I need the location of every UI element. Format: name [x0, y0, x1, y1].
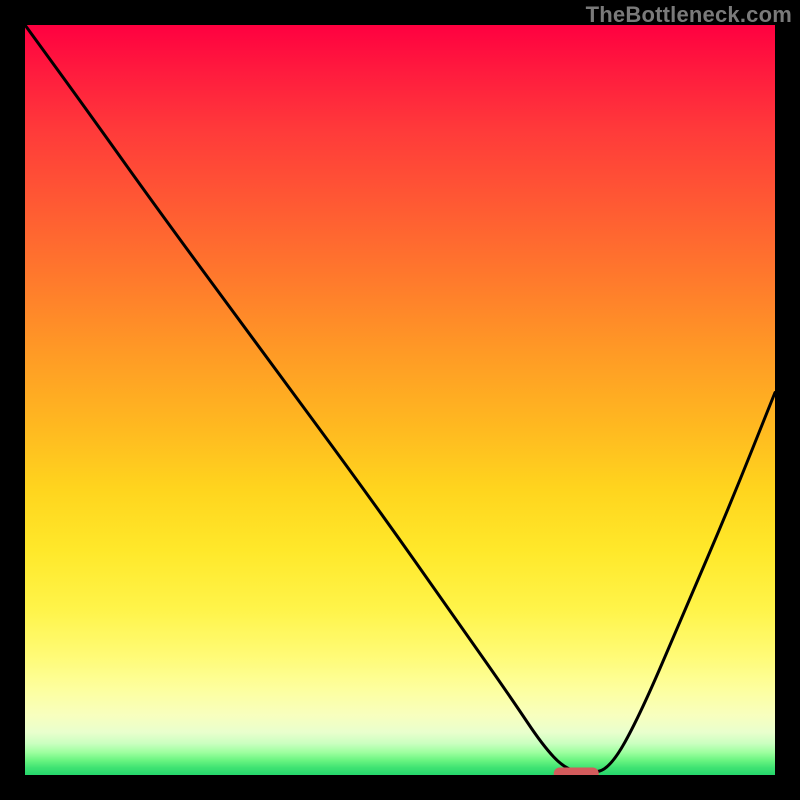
bottleneck-curve-path	[25, 25, 775, 772]
chart-container: TheBottleneck.com	[0, 0, 800, 800]
min-marker	[554, 768, 599, 776]
watermark-text: TheBottleneck.com	[586, 2, 792, 28]
curve-overlay	[25, 25, 775, 775]
